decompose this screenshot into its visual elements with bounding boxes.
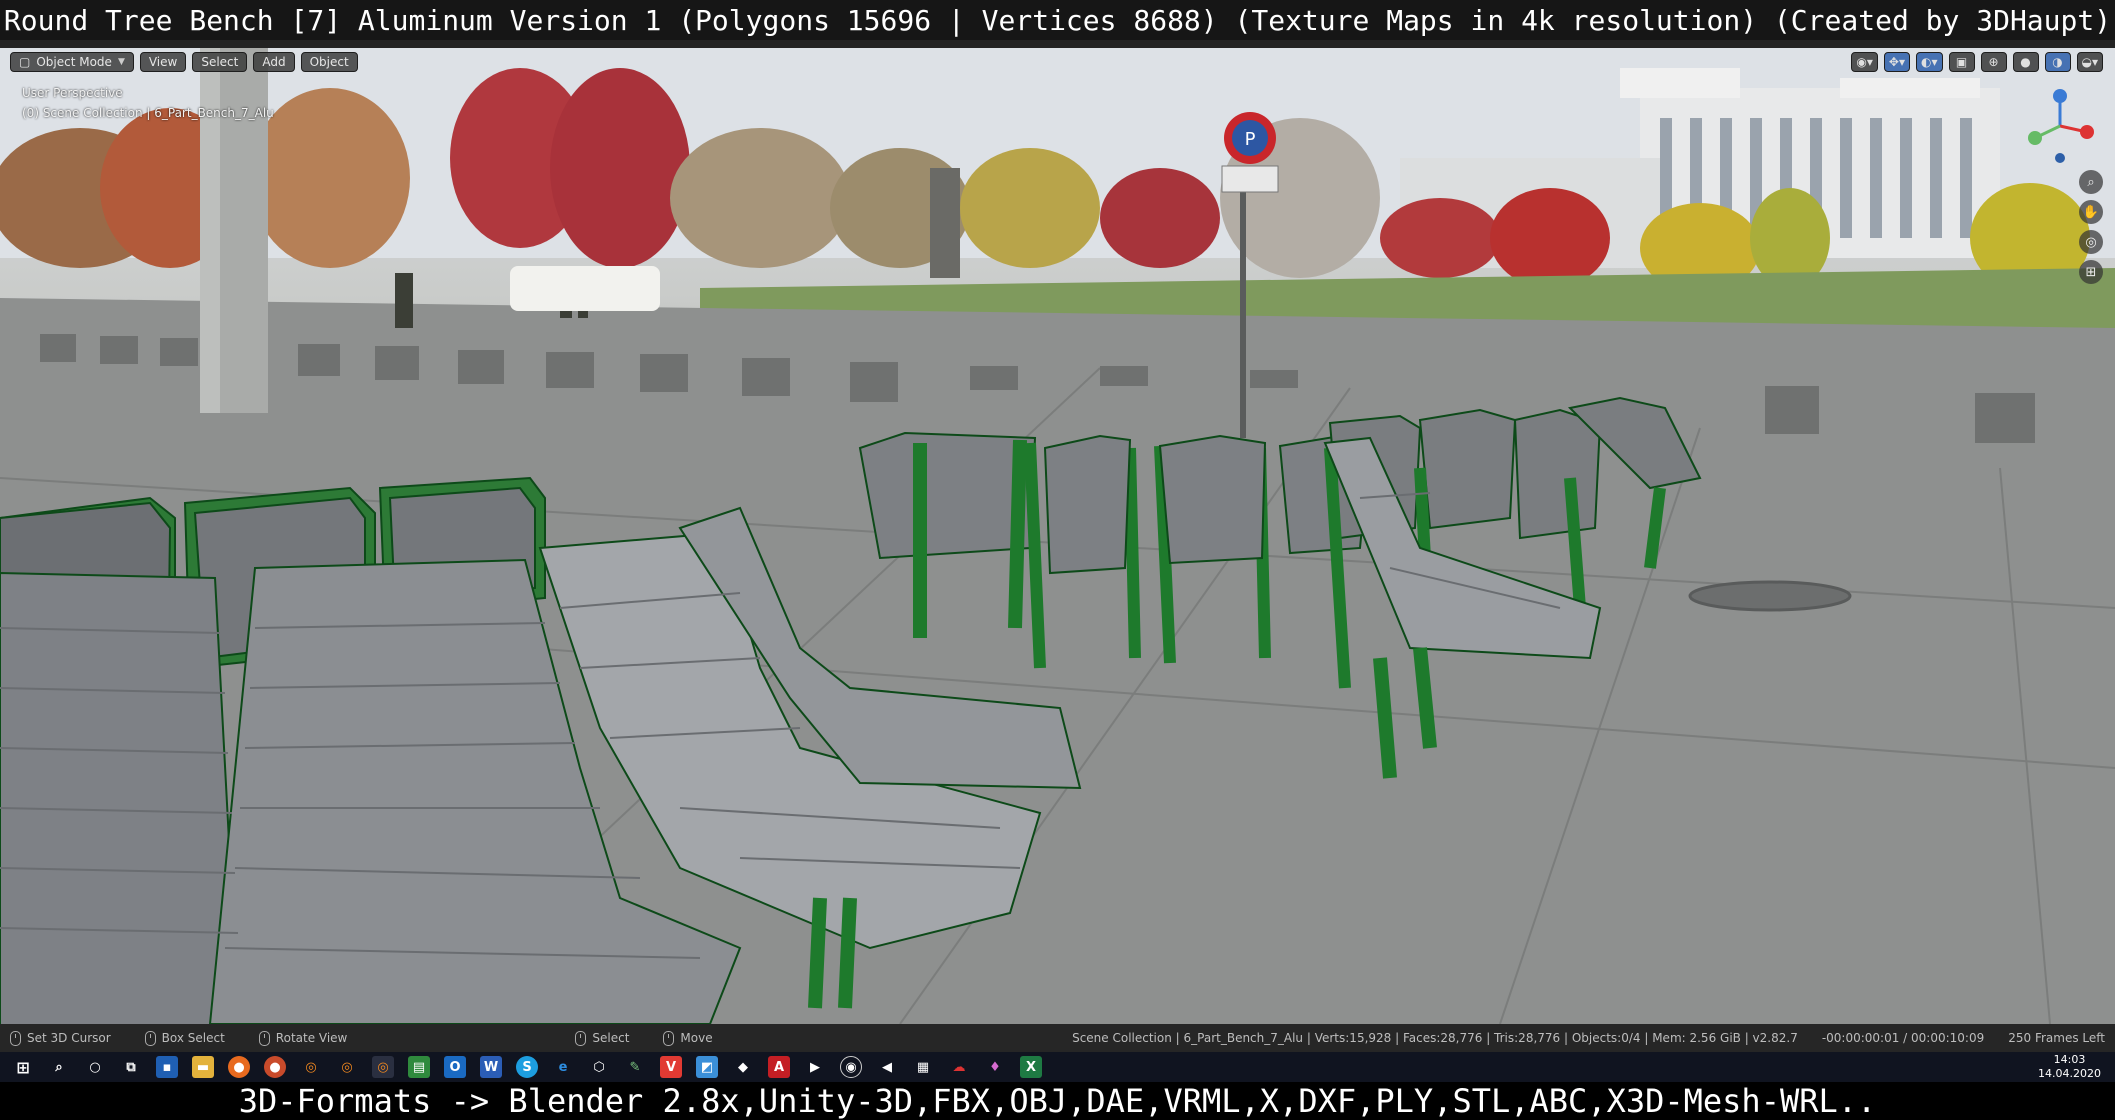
scene-statistics: Scene Collection | 6_Part_Bench_7_Alu | … — [1072, 1031, 1798, 1045]
3d-viewer-icon[interactable]: ⬡ — [588, 1056, 610, 1078]
frames-left: 250 Frames Left — [2008, 1031, 2105, 1045]
video-caption-top: Round Tree Bench [7] Aluminum Version 1 … — [0, 0, 2115, 40]
mouse-left-icon — [10, 1030, 21, 1046]
word-icon[interactable]: W — [480, 1056, 502, 1078]
object-mode-icon: ▢ — [19, 55, 31, 69]
status-hint-set-3d-cursor: Set 3D Cursor — [10, 1030, 111, 1046]
status-hint-rotate-view: Rotate View — [258, 1030, 347, 1046]
menu-add[interactable]: Add — [253, 52, 295, 72]
mouse-left-icon — [144, 1030, 156, 1046]
vivaldi-icon[interactable]: V — [660, 1056, 682, 1078]
zoom-icon[interactable]: ⌕ — [2079, 170, 2103, 194]
task-view-icon[interactable]: ⧉ — [120, 1056, 142, 1078]
blender-alt-icon[interactable]: ◎ — [336, 1056, 358, 1078]
chevron-down-icon: ▼ — [117, 57, 125, 67]
image-viewer-icon[interactable]: ◩ — [696, 1056, 718, 1078]
system-clock[interactable]: 14:03 14.04.2020 — [2038, 1053, 2115, 1081]
firefox-icon[interactable]: ● — [228, 1056, 250, 1078]
menu-object[interactable]: Object — [300, 52, 358, 72]
mouse-left-icon — [575, 1030, 587, 1046]
mouse-middle-icon — [258, 1030, 270, 1046]
app-icon[interactable]: ✎ — [624, 1056, 646, 1078]
shading-material-icon[interactable]: ◑ — [2044, 52, 2071, 72]
search-icon[interactable]: ⌕ — [48, 1056, 70, 1078]
save-disk-icon[interactable]: ▪ — [156, 1056, 178, 1078]
camera-view-icon[interactable]: ◎ — [2079, 230, 2103, 254]
excel-icon[interactable]: X — [1020, 1056, 1042, 1078]
obs-icon[interactable]: ◉ — [840, 1056, 862, 1078]
blender-topbar — [0, 40, 2115, 48]
viewport-collection-label: (0) Scene Collection | 6_Part_Bench_7_Al… — [22, 106, 274, 120]
menu-view[interactable]: View — [139, 52, 187, 72]
spreadsheet-icon[interactable]: ▤ — [408, 1056, 430, 1078]
shading-solid-icon[interactable]: ● — [2012, 52, 2039, 72]
status-hint-select: Select — [575, 1030, 629, 1046]
maps-pin-icon[interactable]: ♦ — [984, 1056, 1006, 1078]
video-caption-bottom: 3D-Formats -> Blender 2.8x,Unity-3D,FBX,… — [0, 1082, 2115, 1120]
media-icon[interactable]: ▶ — [804, 1056, 826, 1078]
blender-active-icon[interactable]: ◎ — [372, 1056, 394, 1078]
calculator-icon[interactable]: ▦ — [912, 1056, 934, 1078]
blender-icon[interactable]: ◎ — [300, 1056, 322, 1078]
timecode: -00:00:00:01 / 00:00:10:09 — [1821, 1031, 1985, 1045]
orthographic-grid-icon[interactable]: ⊞ — [2079, 260, 2103, 284]
xray-icon[interactable]: ▣ — [1948, 52, 1975, 72]
status-hint-box-select: Box Select — [144, 1030, 225, 1046]
status-hint-move: Move — [663, 1030, 713, 1046]
windows-taskbar: ⊞ ⌕ ○ ⧉ ▪ ▬ ● ● ◎ ◎ ◎ ▤ O W S e ⬡ ✎ V ◩ … — [0, 1052, 2115, 1082]
status-right: Scene Collection | 6_Part_Bench_7_Alu | … — [1072, 1031, 2105, 1045]
file-explorer-icon[interactable]: ▬ — [192, 1056, 214, 1078]
cloud-app-icon[interactable]: ☁ — [948, 1056, 970, 1078]
object-mode-dropdown[interactable]: ▢ Object Mode ▼ — [10, 52, 134, 72]
firefox-alt-icon[interactable]: ● — [264, 1056, 286, 1078]
recorder-icon[interactable]: ◀ — [876, 1056, 898, 1078]
shading-rendered-icon[interactable]: ◒▾ — [2076, 52, 2103, 72]
shading-wireframe-icon[interactable]: ⊕ — [1980, 52, 2007, 72]
acrobat-icon[interactable]: A — [768, 1056, 790, 1078]
manhole — [1688, 580, 1852, 612]
visibility-icon[interactable]: ◉▾ — [1851, 52, 1878, 72]
svg-text:P: P — [1245, 129, 1256, 150]
mouse-left-icon — [663, 1030, 675, 1046]
outlook-icon[interactable]: O — [444, 1056, 466, 1078]
windows-start-icon[interactable]: ⊞ — [12, 1056, 34, 1078]
viewport-header-right: ◉▾ ✥▾ ◐▾ ▣ ⊕ ● ◑ ◒▾ — [1851, 52, 2103, 72]
overlay-toggle-icon[interactable]: ◐▾ — [1916, 52, 1943, 72]
menu-select[interactable]: Select — [192, 52, 248, 72]
pan-hand-icon[interactable]: ✋ — [2079, 200, 2103, 224]
scene-render: P — [0, 48, 2115, 1024]
cortana-icon[interactable]: ○ — [84, 1056, 106, 1078]
3d-viewport[interactable]: P ▢ Object Mode ▼ View Select Add Object… — [0, 48, 2115, 1024]
skype-icon[interactable]: S — [516, 1056, 538, 1078]
edge-icon[interactable]: e — [552, 1056, 574, 1078]
viewport-perspective-label: User Perspective — [22, 86, 123, 100]
status-bar: Set 3D Cursor Box Select Rotate View Sel… — [0, 1024, 2115, 1052]
gizmo-toggle-icon[interactable]: ✥▾ — [1883, 52, 1910, 72]
viewport-header: ▢ Object Mode ▼ View Select Add Object — [10, 52, 358, 72]
unity-icon[interactable]: ◆ — [732, 1056, 754, 1078]
